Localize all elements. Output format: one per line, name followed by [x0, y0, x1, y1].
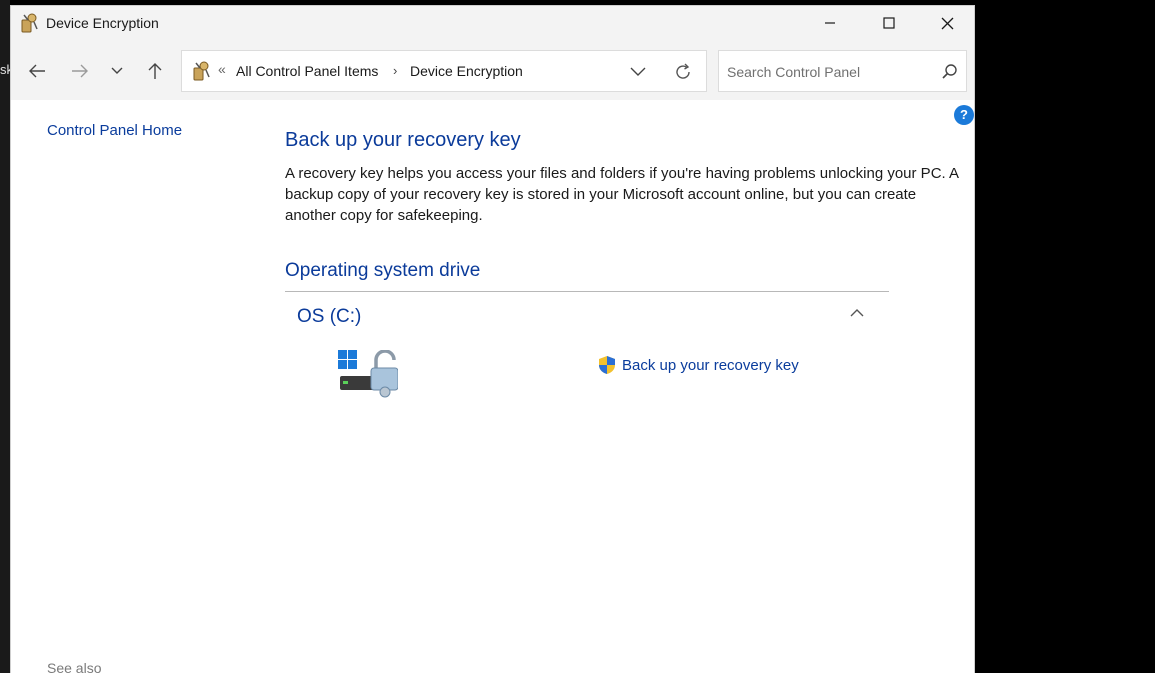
backup-recovery-key-link[interactable]: Back up your recovery key — [622, 357, 799, 374]
control-panel-icon — [193, 61, 210, 81]
drive-name: OS (C:) — [297, 306, 362, 327]
control-panel-window: Device Encryption « All Control Panel It… — [10, 5, 975, 673]
maximize-button[interactable] — [860, 6, 918, 40]
navigation-bar: « All Control Panel Items › Device Encry… — [11, 42, 974, 100]
breadcrumb-arrow[interactable]: › — [393, 63, 397, 78]
minimize-button[interactable] — [801, 6, 859, 40]
close-button[interactable] — [918, 6, 974, 40]
chevron-down-icon — [111, 67, 123, 74]
back-button[interactable] — [21, 57, 53, 85]
address-dropdown-icon[interactable] — [628, 63, 648, 81]
forward-arrow-icon — [72, 64, 88, 78]
search-icon[interactable] — [941, 63, 959, 81]
title-bar[interactable]: Device Encryption — [11, 6, 974, 42]
control-panel-home-link[interactable]: Control Panel Home — [47, 122, 182, 139]
uac-shield-icon — [599, 356, 615, 374]
back-arrow-icon — [29, 64, 45, 78]
encrypted-drive-icon — [338, 350, 398, 398]
window-title: Device Encryption — [46, 15, 159, 31]
breadcrumb-all-control-panel-items[interactable]: All Control Panel Items — [236, 63, 378, 79]
close-icon — [941, 17, 953, 29]
see-also-heading: See also — [47, 660, 102, 673]
section-divider — [285, 291, 889, 292]
breadcrumb-device-encryption[interactable]: Device Encryption — [410, 63, 523, 79]
page-title: Back up your recovery key — [285, 129, 521, 151]
chevron-up-icon[interactable] — [849, 307, 865, 319]
desktop-background — [0, 0, 10, 673]
refresh-icon[interactable] — [672, 61, 694, 83]
up-button[interactable] — [139, 57, 171, 85]
breadcrumb-overflow[interactable]: « — [218, 61, 226, 77]
description-text: A recovery key helps you access your fil… — [285, 165, 959, 224]
search-input[interactable]: Search Control Panel — [727, 64, 860, 80]
help-button[interactable]: ? — [954, 105, 974, 125]
forward-button[interactable] — [64, 57, 96, 85]
control-panel-icon — [21, 13, 38, 33]
search-box[interactable]: Search Control Panel — [718, 50, 967, 92]
section-title: Operating system drive — [285, 260, 481, 281]
minimize-icon — [825, 22, 835, 24]
up-arrow-icon — [148, 63, 162, 79]
address-bar[interactable]: « All Control Panel Items › Device Encry… — [181, 50, 707, 92]
maximize-icon — [883, 17, 895, 29]
recent-locations-button[interactable] — [101, 57, 133, 85]
